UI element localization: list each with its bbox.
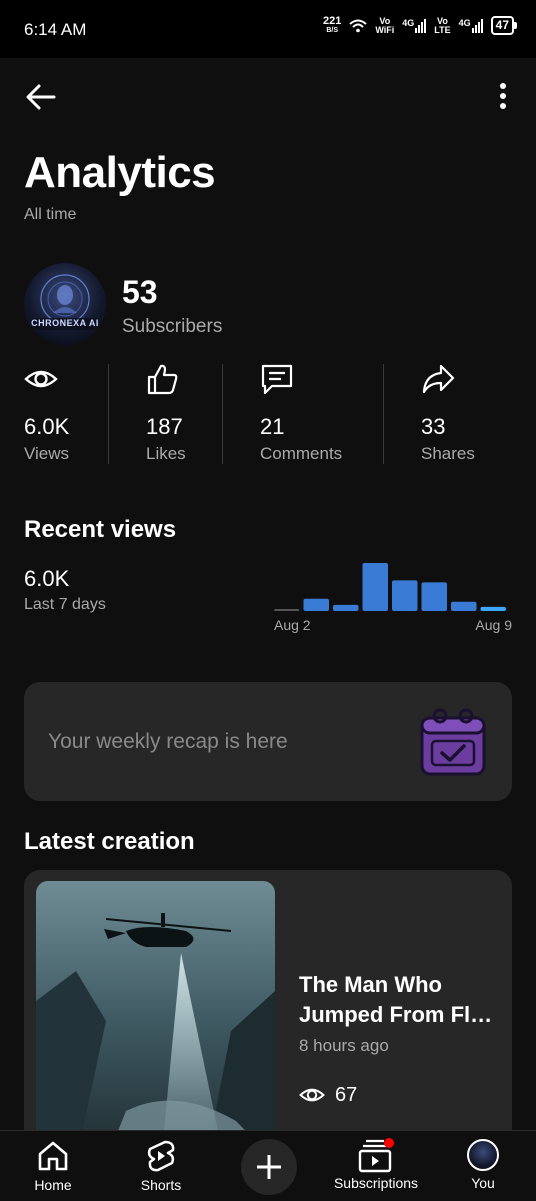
calendar-check-icon [420, 708, 486, 776]
shares-value: 33 [421, 414, 446, 439]
nav-home[interactable]: Home [30, 1131, 76, 1201]
recent-views-chart[interactable]: Aug 2 Aug 9 [270, 552, 516, 638]
eye-icon [24, 370, 58, 388]
video-views: 67 [299, 1082, 357, 1108]
recent-views-period: Last 7 days [24, 596, 106, 613]
weekly-recap-card[interactable]: Your weekly recap is here [24, 682, 512, 801]
stat-shares[interactable]: 33 Shares [421, 362, 475, 463]
battery-indicator: 47 [490, 16, 518, 35]
likes-value: 187 [146, 414, 183, 439]
profile-avatar [467, 1139, 499, 1171]
nav-home-label: Home [34, 1177, 72, 1193]
status-icons: 221 B/S Vo WiFi 4G Vo LTE 4G 47 [322, 14, 518, 35]
network-type-2: 4G [458, 17, 471, 28]
network-speed: 221 B/S [322, 14, 342, 35]
status-time: 6:14 AM [24, 20, 87, 39]
page-title: Analytics [24, 148, 216, 197]
vowifi-bottom: WiFi [375, 24, 395, 35]
nav-subscriptions[interactable]: Subscriptions [328, 1131, 424, 1201]
chart-bar[interactable] [274, 609, 300, 611]
latest-creation-title: Latest creation [24, 828, 195, 855]
comments-label: Comments [260, 444, 343, 463]
signal-icon-1: 4G [402, 17, 427, 33]
channel-avatar: CHRONEXA AI [24, 263, 106, 345]
vowifi-indicator: Vo WiFi [375, 16, 395, 35]
share-icon [422, 364, 455, 394]
views-label: Views [24, 444, 70, 463]
network-speed-unit: B/S [326, 26, 338, 34]
chronexa-logo [32, 274, 98, 330]
thumbs-up-icon [147, 364, 178, 395]
stat-divider [222, 364, 223, 464]
volte-bottom: LTE [434, 24, 451, 35]
video-views-count: 67 [335, 1083, 358, 1106]
volte-indicator: Vo LTE [434, 16, 451, 35]
stat-likes[interactable]: 187 Likes [146, 362, 186, 463]
stat-divider [108, 364, 109, 464]
chart-tick-end: Aug 9 [475, 617, 512, 633]
nav-you[interactable]: You [462, 1131, 504, 1201]
recent-views-value: 6.0K [24, 566, 70, 591]
chart-bar[interactable] [392, 580, 418, 611]
chart-bar[interactable] [333, 604, 359, 611]
shares-label: Shares [421, 444, 475, 463]
comment-icon [261, 364, 293, 395]
avatar-text: CHRONEXA AI [31, 318, 99, 328]
video-title[interactable]: The Man Who Jumped From Fl… [299, 970, 504, 1030]
home-icon [38, 1141, 68, 1171]
comments-value: 21 [260, 414, 285, 439]
chart-bar[interactable] [451, 601, 477, 611]
status-bar: 6:14 AM 221 B/S Vo WiFi 4G Vo LTE 4G 47 [0, 0, 536, 58]
chart-bar[interactable] [362, 563, 389, 611]
recent-views-title: Recent views [24, 516, 177, 543]
wifi-icon [349, 19, 368, 32]
date-range-label: All time [24, 206, 77, 223]
subscriptions-icon [358, 1138, 394, 1173]
chart-bar[interactable] [480, 606, 507, 611]
signal-icon-2: 4G [458, 17, 483, 33]
chart-bar[interactable] [421, 582, 448, 611]
nav-shorts-label: Shorts [140, 1177, 182, 1193]
chart-bar[interactable] [303, 598, 330, 611]
nav-shorts[interactable]: Shorts [138, 1131, 184, 1201]
create-button[interactable] [241, 1139, 297, 1195]
back-button[interactable] [24, 80, 58, 114]
likes-label: Likes [146, 444, 186, 463]
video-time-ago: 8 hours ago [299, 1036, 389, 1055]
views-value: 6.0K [24, 414, 70, 439]
nav-you-label: You [471, 1175, 495, 1191]
stat-views[interactable]: 6.0K Views [24, 362, 69, 463]
network-type-1: 4G [402, 17, 415, 28]
chart-tick-start: Aug 2 [274, 617, 311, 633]
eye-icon [299, 1088, 325, 1102]
video-thumbnail[interactable] [36, 881, 275, 1150]
subscriber-count: 53 [122, 274, 158, 310]
subscriber-label: Subscribers [122, 316, 223, 337]
stat-divider [383, 364, 384, 464]
stat-comments[interactable]: 21 Comments [260, 362, 342, 463]
shorts-icon [147, 1140, 175, 1172]
more-vert-icon [500, 83, 506, 109]
latest-video-card[interactable]: The Man Who Jumped From Fl… 8 hours ago … [24, 870, 512, 1150]
weekly-recap-text: Your weekly recap is here [48, 730, 288, 753]
helicopter-thumbnail-image [36, 881, 275, 1150]
bottom-navigation: Home Shorts Subscriptions You [0, 1130, 536, 1201]
more-options-button[interactable] [490, 80, 516, 114]
arrow-left-icon [26, 84, 56, 110]
network-speed-value: 221 [322, 14, 342, 27]
plus-icon [257, 1155, 281, 1179]
nav-subscriptions-label: Subscriptions [333, 1175, 419, 1191]
